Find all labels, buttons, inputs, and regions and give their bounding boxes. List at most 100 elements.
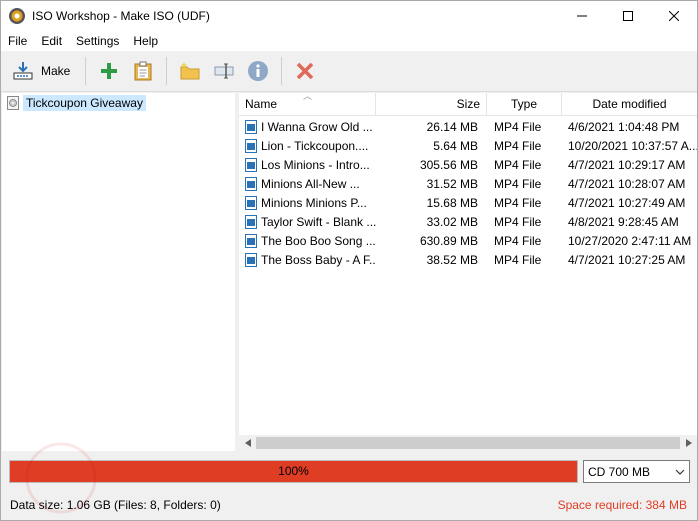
file-list: ︿ Name Size Type Date modified I Wanna G…: [239, 91, 697, 451]
file-size: 33.02 MB: [426, 214, 478, 229]
window-controls: [559, 1, 697, 31]
video-file-icon: [245, 176, 257, 191]
table-row[interactable]: Minions All-New ... 31.52 MB MP4 File 4/…: [239, 174, 697, 193]
tree-item-label: Tickcoupon Giveaway: [23, 95, 146, 111]
file-date: 4/8/2021 9:28:45 AM: [568, 214, 679, 229]
column-header-size[interactable]: Size: [376, 93, 487, 116]
video-file-icon: [245, 138, 257, 153]
menu-help[interactable]: Help: [126, 31, 165, 51]
toolbar-separator: [166, 57, 168, 85]
close-icon: [669, 11, 679, 21]
file-date: 4/7/2021 10:29:17 AM: [568, 157, 686, 172]
file-type: MP4 File: [494, 214, 542, 229]
paste-icon: [134, 61, 152, 81]
close-button[interactable]: [651, 1, 697, 31]
video-file-icon: [245, 157, 257, 172]
table-row[interactable]: Minions Minions P... 15.68 MB MP4 File 4…: [239, 193, 697, 212]
status-space-required: Space required: 384 MB: [557, 498, 687, 512]
file-size: 26.14 MB: [426, 119, 478, 134]
media-capacity-select[interactable]: CD 700 MB: [583, 460, 690, 483]
folder-tree: Tickcoupon Giveaway: [2, 93, 235, 451]
column-header-label: Date modified: [592, 97, 667, 111]
file-type: MP4 File: [494, 119, 542, 134]
menu-edit[interactable]: Edit: [34, 31, 69, 51]
column-header-date-modified[interactable]: Date modified: [562, 93, 697, 116]
minimize-button[interactable]: [559, 1, 605, 31]
video-file-icon: [245, 214, 257, 229]
horizontal-scrollbar[interactable]: [239, 435, 697, 451]
scroll-right-icon: [685, 439, 692, 447]
scroll-left-button[interactable]: [239, 435, 256, 451]
file-name: Minions All-New ...: [261, 176, 360, 191]
info-icon: [248, 61, 269, 81]
file-size: 630.89 MB: [419, 233, 478, 248]
new-folder-button[interactable]: [175, 56, 205, 86]
column-header-label: Name: [245, 97, 278, 111]
column-header-label: Type: [510, 97, 537, 111]
file-size: 38.52 MB: [426, 252, 478, 267]
scrollbar-thumb[interactable]: [256, 437, 680, 449]
column-header-type[interactable]: Type: [487, 93, 562, 116]
make-button[interactable]: Make: [9, 56, 73, 86]
toolbar-separator: [281, 57, 283, 85]
paste-button[interactable]: [128, 56, 158, 86]
table-row[interactable]: Taylor Swift - Blank ... 33.02 MB MP4 Fi…: [239, 212, 697, 231]
make-disc-icon: [13, 62, 33, 80]
file-date: 4/7/2021 10:28:07 AM: [568, 176, 686, 191]
file-type: MP4 File: [494, 195, 542, 210]
properties-button[interactable]: [243, 56, 273, 86]
menu-file[interactable]: File: [1, 31, 34, 51]
title-bar: ISO Workshop - Make ISO (UDF): [1, 1, 697, 31]
menu-bar: File Edit Settings Help: [1, 31, 697, 51]
file-name: The Boo Boo Song ...: [261, 233, 376, 248]
delete-button[interactable]: [290, 56, 320, 86]
video-file-icon: [245, 252, 257, 267]
table-row[interactable]: The Boo Boo Song ... 630.89 MB MP4 File …: [239, 231, 697, 250]
app-window: ISO Workshop - Make ISO (UDF) File Edit …: [0, 0, 698, 521]
sort-ascending-icon: ︿: [303, 91, 313, 101]
video-file-icon: [245, 233, 257, 248]
file-date: 4/7/2021 10:27:25 AM: [568, 252, 686, 267]
file-date: 10/27/2020 2:47:11 AM: [568, 233, 692, 248]
file-type: MP4 File: [494, 176, 542, 191]
column-header-label: Size: [456, 97, 480, 111]
list-header: ︿ Name Size Type Date modified: [239, 91, 697, 116]
menu-settings[interactable]: Settings: [69, 31, 126, 51]
video-file-icon: [245, 119, 257, 134]
delete-icon: [297, 62, 314, 80]
file-date: 10/20/2021 10:37:57 A...: [568, 138, 697, 153]
file-type: MP4 File: [494, 157, 542, 172]
table-row[interactable]: I Wanna Grow Old ... 26.14 MB MP4 File 4…: [239, 117, 697, 136]
table-row[interactable]: Los Minions - Intro... 305.56 MB MP4 Fil…: [239, 155, 697, 174]
video-file-icon: [245, 195, 257, 210]
capacity-value: CD 700 MB: [588, 464, 651, 479]
toolbar: Make: [1, 51, 697, 92]
toolbar-separator: [85, 57, 87, 85]
file-name: The Boss Baby - A F...: [261, 252, 376, 267]
file-size: 15.68 MB: [426, 195, 478, 210]
scroll-right-button[interactable]: [680, 435, 697, 451]
chevron-down-icon: [675, 469, 685, 475]
table-row[interactable]: Lion - Tickcoupon.... 5.64 MB MP4 File 1…: [239, 136, 697, 155]
file-name: Minions Minions P...: [261, 195, 367, 210]
disc-image-icon: [7, 96, 19, 110]
add-button[interactable]: [94, 56, 124, 86]
table-row[interactable]: The Boss Baby - A F... 38.52 MB MP4 File…: [239, 250, 697, 269]
rename-button[interactable]: [209, 56, 239, 86]
file-date: 4/7/2021 10:27:49 AM: [568, 195, 686, 210]
file-size: 305.56 MB: [419, 157, 478, 172]
file-date: 4/6/2021 1:04:48 PM: [568, 119, 680, 134]
maximize-icon: [623, 11, 633, 21]
window-title: ISO Workshop - Make ISO (UDF): [32, 9, 210, 23]
add-icon: [101, 63, 118, 79]
file-type: MP4 File: [494, 233, 542, 248]
file-name: Lion - Tickcoupon....: [261, 138, 369, 153]
tree-item-root[interactable]: Tickcoupon Giveaway: [7, 94, 146, 112]
column-header-name[interactable]: ︿ Name: [239, 91, 376, 116]
list-rows: I Wanna Grow Old ... 26.14 MB MP4 File 4…: [239, 117, 697, 269]
new-folder-icon: [180, 62, 200, 80]
rename-icon: [214, 63, 234, 79]
maximize-button[interactable]: [605, 1, 651, 31]
file-type: MP4 File: [494, 252, 542, 267]
file-name: Taylor Swift - Blank ...: [261, 214, 376, 229]
